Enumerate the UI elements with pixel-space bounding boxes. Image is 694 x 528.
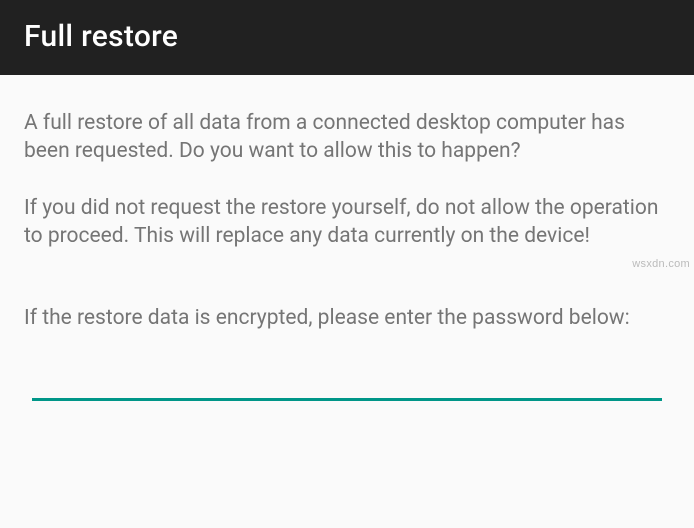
- password-input[interactable]: [32, 363, 662, 401]
- restore-warning: If you did not request the restore yours…: [24, 194, 670, 251]
- dialog-content: A full restore of all data from a connec…: [0, 75, 694, 401]
- watermark-text: wsxdn.com: [632, 258, 690, 270]
- password-field-wrap: [24, 363, 670, 401]
- dialog-title: Full restore: [24, 19, 670, 54]
- password-prompt: If the restore data is encrypted, please…: [24, 304, 670, 332]
- dialog-header: Full restore: [0, 0, 694, 75]
- restore-description-1: A full restore of all data from a connec…: [24, 109, 670, 166]
